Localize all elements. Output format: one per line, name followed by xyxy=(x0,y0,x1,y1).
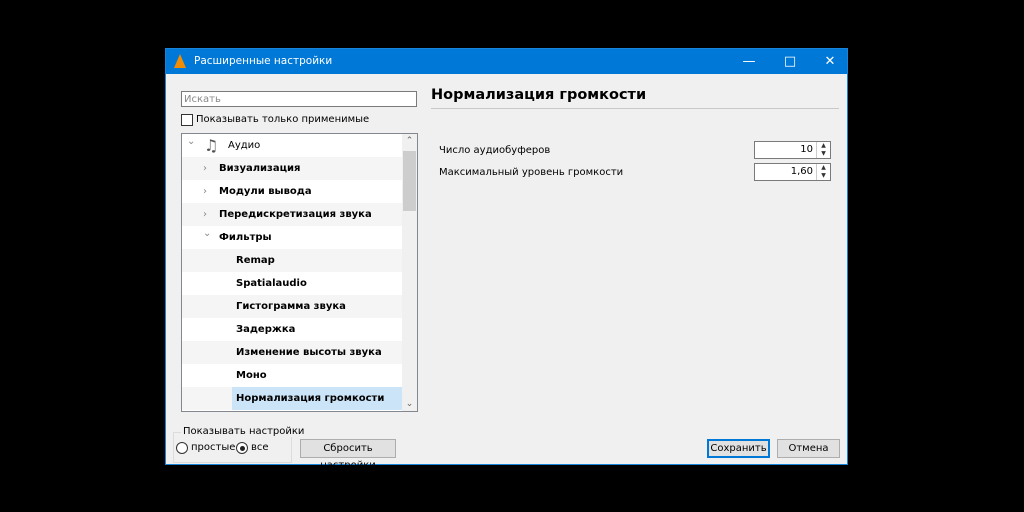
scroll-down-icon[interactable]: ⌄ xyxy=(402,399,417,409)
scroll-up-icon[interactable]: ⌃ xyxy=(402,136,417,146)
maximize-button[interactable]: □ xyxy=(773,49,807,74)
advanced-settings-window: Расширенные настройки — □ ✕ Показывать т… xyxy=(165,48,848,471)
vlc-cone-icon xyxy=(174,54,186,68)
buffers-spinbox[interactable]: 10 ▲ ▼ xyxy=(754,141,831,159)
radio-all[interactable] xyxy=(236,442,248,454)
tree-item-label: Нормализация громкости xyxy=(232,387,403,410)
settings-tree[interactable]: Нормализация громкости Моно Изменение высо… xyxy=(181,133,418,412)
tree-item[interactable]: ⌄ ♫ Аудио xyxy=(182,134,403,157)
tree-item[interactable]: Гистограмма звука xyxy=(182,295,403,318)
scrollbar-thumb[interactable] xyxy=(403,151,416,211)
window-title: Расширенные настройки xyxy=(194,55,333,67)
save-button[interactable]: Сохранить xyxy=(707,439,770,458)
buffers-value: 10 xyxy=(800,144,813,155)
radio-simple-label: простые xyxy=(191,442,236,453)
tree-item-label: Передискретизация звука xyxy=(219,209,372,220)
radio-all-label: все xyxy=(251,442,269,453)
show-settings-label: Показывать настройки xyxy=(181,426,307,437)
tree-item[interactable]: › Визуализация xyxy=(182,157,403,180)
tree-item-label: Изменение высоты звука xyxy=(236,347,382,358)
tree-item[interactable]: Нормализация громкости xyxy=(182,387,403,410)
music-note-icon: ♫ xyxy=(204,136,219,155)
title-bar: Расширенные настройки — □ ✕ xyxy=(166,49,847,74)
spin-arrows-icon[interactable]: ▲ ▼ xyxy=(816,142,830,158)
max-level-spinbox[interactable]: 1,60 ▲ ▼ xyxy=(754,163,831,181)
tree-item[interactable]: › Передискретизация звука xyxy=(182,203,403,226)
reset-settings-button[interactable]: Сбросить настройки xyxy=(300,439,396,471)
panel-divider xyxy=(431,108,839,109)
tree-item-label: Задержка xyxy=(236,324,296,335)
cancel-button[interactable]: Отмена xyxy=(777,439,840,458)
tree-item[interactable]: Моно xyxy=(182,364,403,387)
tree-item[interactable]: Spatialaudio xyxy=(182,272,403,295)
setting-label-max-level: Максимальный уровень громкости xyxy=(439,167,624,178)
tree-item-label: Аудио xyxy=(228,140,261,151)
minimize-button[interactable]: — xyxy=(732,49,766,74)
tree-item[interactable]: Remap xyxy=(182,249,403,272)
setting-label-buffers: Число аудиобуферов xyxy=(439,145,551,156)
tree-scrollbar[interactable]: ⌃ ⌄ xyxy=(402,134,417,411)
panel-title: Нормализация громкости xyxy=(431,87,647,103)
tree-item-label: Гистограмма звука xyxy=(236,301,346,312)
tree-item[interactable]: ⌄ Фильтры xyxy=(182,226,403,249)
tree-item[interactable]: Изменение высоты звука xyxy=(182,341,403,364)
chevron-right-icon[interactable]: › xyxy=(203,203,207,226)
chevron-right-icon[interactable]: › xyxy=(203,180,207,203)
tree-item[interactable]: Задержка xyxy=(182,318,403,341)
close-button[interactable]: ✕ xyxy=(813,49,847,74)
chevron-down-icon[interactable]: ⌄ xyxy=(187,134,195,153)
show-applied-only-label: Показывать только применимые xyxy=(196,114,370,125)
tree-item[interactable]: › Модули вывода xyxy=(182,180,403,203)
tree-item-label: Визуализация xyxy=(219,163,301,174)
tree-item-label: Моно xyxy=(236,370,267,381)
tree-item-label: Модули вывода xyxy=(219,186,312,197)
max-level-value: 1,60 xyxy=(790,166,813,177)
search-input[interactable] xyxy=(181,91,417,107)
spin-arrows-icon[interactable]: ▲ ▼ xyxy=(816,164,830,180)
radio-simple[interactable] xyxy=(176,442,188,454)
tree-item-label: Фильтры xyxy=(219,232,272,243)
chevron-right-icon[interactable]: › xyxy=(203,157,207,180)
show-applied-only-checkbox[interactable] xyxy=(181,114,193,126)
tree-item-label: Spatialaudio xyxy=(236,278,307,289)
tree-item-label: Remap xyxy=(236,255,275,266)
